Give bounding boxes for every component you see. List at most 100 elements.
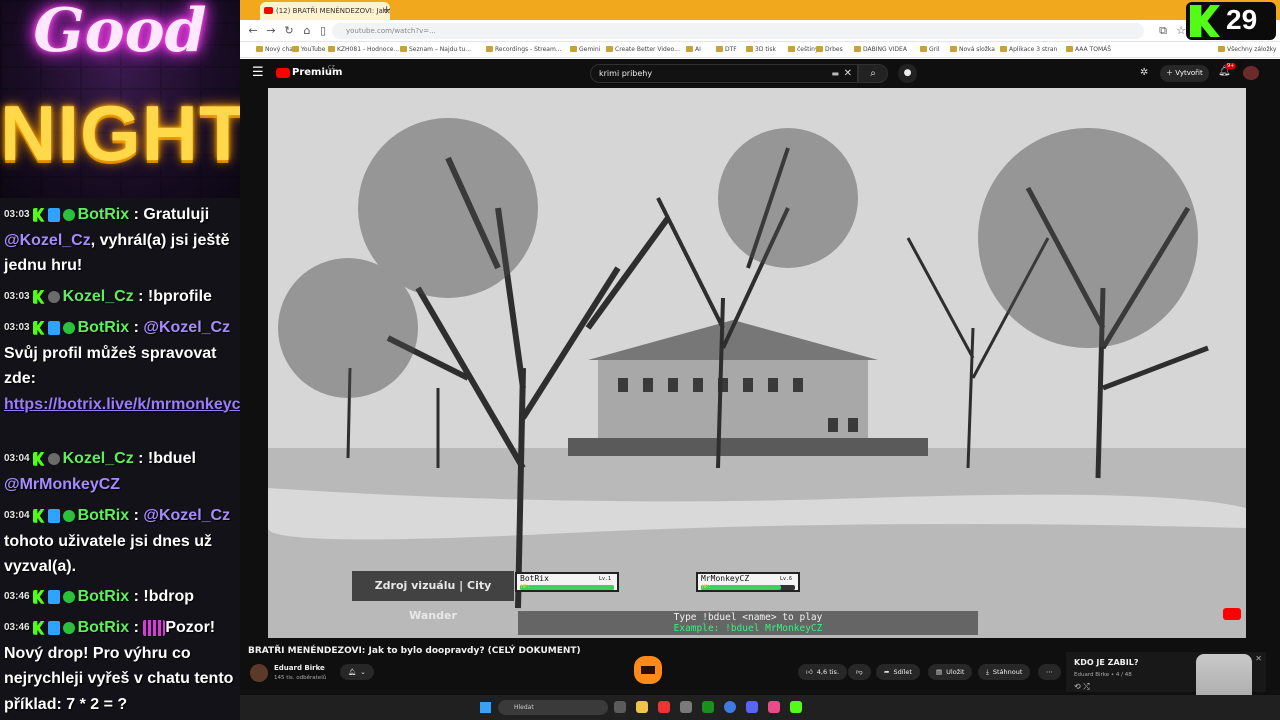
bookmark-item[interactable]: AAA TOMÁŠ [1066,42,1111,57]
browser-tab[interactable]: (12) BRATŘI MENÉNDEZOVI: Jak to bylo ✕ [260,2,390,20]
bookmark-item[interactable]: 3D tisk [746,42,776,57]
bookmark-item[interactable]: češtiny [788,42,819,57]
chat-username[interactable]: Kozel_Cz [63,288,134,305]
bookmark-item[interactable]: Drbes [816,42,843,57]
chat-username[interactable]: BotRix [78,619,130,636]
download-icon: ⤓ [986,668,989,676]
app-icon[interactable] [768,701,780,713]
verified-badge-icon [62,208,75,221]
drop-emote-icon [143,619,166,636]
video-player[interactable]: Zdroj vizuálu | City Wander BotRix Lv.1 … [268,88,1246,638]
clear-search-icon[interactable]: ✕ [844,65,852,82]
settings-icon[interactable] [680,701,692,713]
task-view-icon[interactable] [614,701,626,713]
verified-badge-icon [62,509,75,522]
duel-example-line: Example: !bduel MrMonkeyCZ [673,623,823,634]
tiktok-icon[interactable] [658,701,670,713]
good-night-banner: Good NIGHT [0,0,240,198]
chat-username[interactable]: BotRix [78,588,130,605]
like-button[interactable]: 👍︎ 4,6 tis. [798,664,848,680]
close-icon[interactable]: ✕ [1255,654,1262,663]
windows-taskbar: Hledat [240,695,1280,720]
chat-username[interactable]: Kozel_Cz [63,450,134,467]
chat-mention[interactable]: @Kozel_Cz [143,507,230,524]
channel-name[interactable]: Eduard Birke [274,664,325,672]
back-icon[interactable]: ← [246,24,260,38]
chat-link[interactable]: https://botrix.live/k/mrmonkeycz/battle [4,396,240,413]
bookmark-item[interactable]: Nová složka [950,42,995,57]
chat-username[interactable]: BotRix [78,507,130,524]
create-button[interactable]: ＋ Vytvořit [1160,65,1209,82]
kick-logo-icon [1190,5,1220,37]
keyboard-icon[interactable]: ▬ [831,65,839,82]
more-actions-button[interactable]: ⋯ [1038,664,1061,680]
file-explorer-icon[interactable] [636,701,648,713]
xbox-icon[interactable] [702,701,714,713]
bot-badge-icon [47,320,60,335]
chat-mention[interactable]: @MrMonkeyCZ [4,476,120,493]
extension-icon[interactable]: ⧉ [1156,24,1170,38]
taskbar-search[interactable]: Hledat [498,700,608,715]
banner-night-text: NIGHT [0,89,240,177]
bookmark-item[interactable]: KZH081 - Hodnoce... [328,42,399,57]
search-input[interactable]: krimi pribehy ▬ ✕ [590,64,858,83]
loop-icon[interactable]: ⟲ [1074,682,1081,691]
bookmark-item[interactable]: Gril [920,42,939,57]
share-button[interactable]: ➦ Sdílet [876,664,920,680]
bell-icon: 🔔︎ [348,668,357,676]
chat-timestamp: 03:04 [4,453,30,465]
bookmark-item[interactable]: AI [686,42,701,57]
playlist-controls[interactable]: ⟲ ⤮ [1074,682,1090,692]
windows-start-icon[interactable] [480,702,491,713]
chat-message: 03:03 Kozel_Cz : !bprofile [4,284,240,310]
chat-separator: : [129,206,144,223]
bookmark-item[interactable]: DTF [716,42,737,57]
chat-mention[interactable]: @Kozel_Cz [4,232,91,249]
bookmark-item[interactable]: Create Better Video... [606,42,680,57]
discord-icon[interactable] [746,701,758,713]
hamburger-menu-icon[interactable]: ☰ [252,65,264,80]
mic-icon[interactable]: ● [898,64,917,83]
channel-avatar[interactable] [250,664,268,682]
dislike-button[interactable]: 👎︎ [848,664,871,680]
cast-icon[interactable]: ✲ [1140,67,1148,78]
chat-username[interactable]: BotRix [78,206,130,223]
video-info: BRATŘI MENÉNDEZOVI: Jak to bylo doopravd… [240,638,1280,710]
bookmark-item[interactable]: Nový chat [256,42,295,57]
subscriber-count: 145 tis. odběratelů [274,675,327,681]
new-tab-button[interactable]: + [382,2,391,18]
forward-icon[interactable]: → [264,24,278,38]
duel-player-1-level: Lv.1 [598,576,611,582]
bookmark-item[interactable]: Všechny záložky [1218,42,1276,57]
playlist-panel[interactable]: KDO JE ZABIL? Eduard Birke • 4 / 48 ⟲ ⤮ … [1066,652,1266,710]
bookmark-item[interactable]: DABING VIDEA [854,42,907,57]
chat-mention[interactable]: @Kozel_Cz [143,319,230,336]
search-icon: ⌕ [870,68,876,79]
youtube-header: ☰ Premium CZ krimi pribehy ▬ ✕ ⌕ ● ✲ ＋ V… [240,59,1280,88]
chat-text: Svůj profil můžeš spravovat zde: [4,344,217,388]
home-icon[interactable]: ⌂ [300,24,314,38]
chat-text: !bprofile [147,288,212,305]
screen: Good NIGHT 03:03 BotRix : Gratuluji @Koze… [0,0,1280,720]
youtube-logo-icon[interactable] [276,68,290,78]
chat-message: 03:03 BotRix : Gratuluji @Kozel_Cz, vyhrá… [4,202,240,279]
kick-icon[interactable] [790,701,802,713]
bookmark-item[interactable]: Recordings - Stream... [486,42,562,57]
bot-badge-icon [47,620,60,635]
chat-username[interactable]: BotRix [78,319,130,336]
bookmark-item[interactable]: YouTube [292,42,325,57]
save-button[interactable]: ▤ Uložit [928,664,973,680]
avatar[interactable] [1243,66,1259,80]
bookmark-item[interactable]: Gemini [570,42,600,57]
shuffle-icon[interactable]: ⤮ [1083,682,1089,691]
subscribe-bell-button[interactable]: 🔔︎ ⌄ [340,664,374,680]
address-bar[interactable]: youtube.com/watch?v=... [332,23,1144,39]
bookmark-item[interactable]: Seznam – Najdu tu... [400,42,471,57]
sidebar-icon[interactable]: ▯ [316,24,330,38]
download-button[interactable]: ⤓ Stáhnout [978,664,1031,680]
reload-icon[interactable]: ↻ [282,24,296,38]
search-button[interactable]: ⌕ [858,64,888,83]
chrome-icon[interactable] [724,701,736,713]
duel-player-2-hp-label: HP: [702,584,712,590]
bookmark-item[interactable]: Aplikace 3 stran [1000,42,1057,57]
